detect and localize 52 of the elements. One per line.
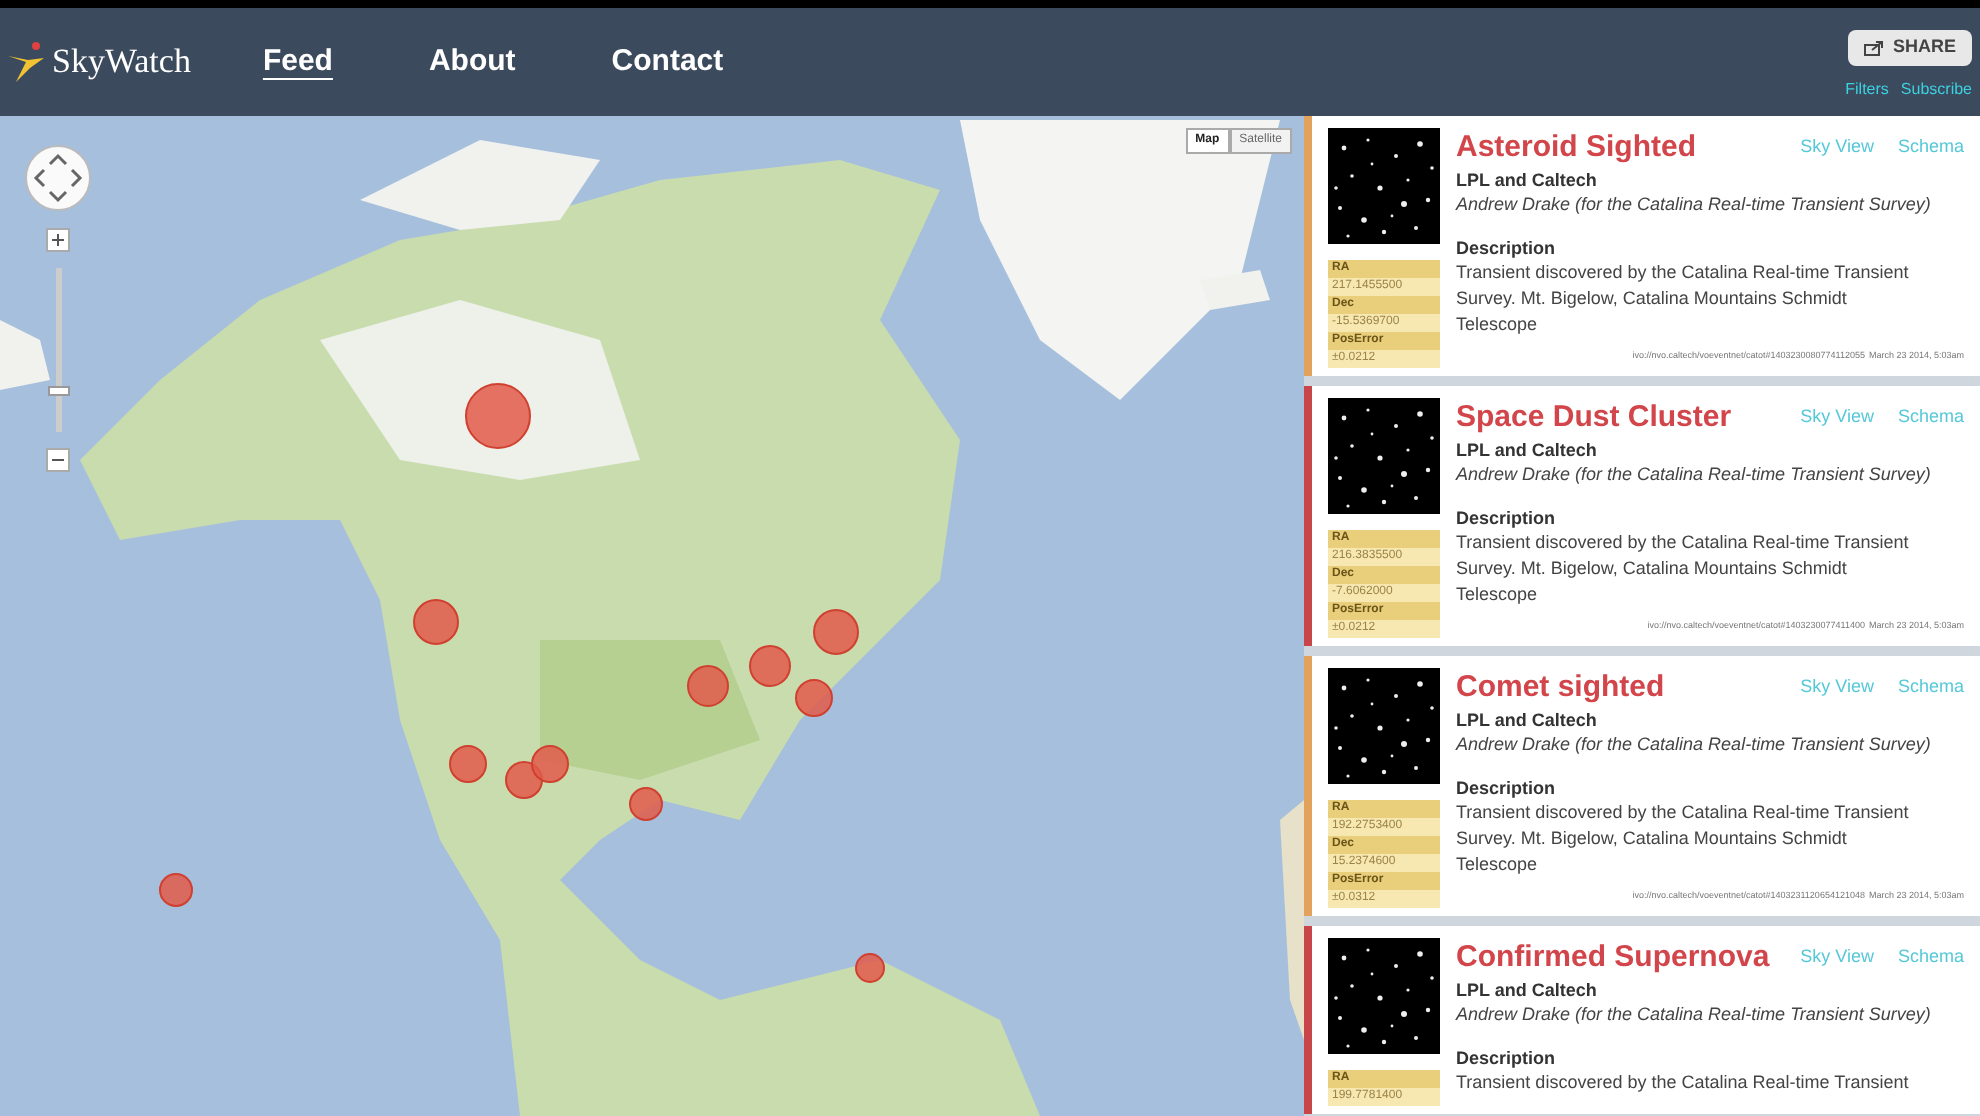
event-title: Confirmed Supernova: [1456, 938, 1770, 978]
star-field-image: [1328, 398, 1440, 514]
description-label: Description: [1456, 236, 1558, 260]
event-marker[interactable]: [629, 787, 663, 821]
plus-icon: [52, 234, 64, 246]
description-text: Transient discovered by the Catalina Real-time Transient Survey. Mt. Bigelow, Catalina Mountains Schmidt Telescope: [1456, 530, 1911, 608]
event-marker[interactable]: [505, 761, 543, 799]
zoom-slider-thumb[interactable]: [47, 385, 69, 396]
description-label: Description: [1456, 1046, 1558, 1070]
event-marker[interactable]: [159, 873, 193, 907]
description-text: Transient discovered by the Catalina Real-time Transient Survey. Mt. Bigelow, Catalina Mountains Schmidt Telescope: [1456, 260, 1911, 338]
logo-star-icon: [8, 40, 48, 84]
event-marker[interactable]: [465, 383, 531, 449]
logo-text[interactable]: SkyWatch: [52, 36, 191, 88]
event-marker[interactable]: [795, 679, 833, 717]
event-title: Space Dust Cluster: [1456, 398, 1732, 438]
event-title: Comet sighted: [1456, 668, 1665, 708]
event-marker[interactable]: [855, 953, 885, 983]
island-shape: [0, 320, 50, 390]
zoom-out-button[interactable]: [46, 448, 70, 472]
author-text: Andrew Drake (for the Catalina Real-time Transient Survey): [1456, 732, 1933, 756]
event-marker[interactable]: [749, 645, 791, 687]
nav-link[interactable]: Contact: [611, 39, 724, 85]
event-marker[interactable]: [413, 599, 459, 645]
description-label: Description: [1456, 776, 1558, 800]
pan-control-icon[interactable]: [24, 144, 92, 212]
star-field-image: [1328, 938, 1440, 1054]
description-label: Description: [1456, 506, 1558, 530]
share-button[interactable]: SHARE: [1848, 30, 1972, 66]
source-text: LPL and Caltech: [1456, 708, 1599, 732]
source-text: LPL and Caltech: [1456, 438, 1599, 462]
header-link[interactable]: Subscribe: [1900, 77, 1972, 102]
author-text: Andrew Drake (for the Catalina Real-time Transient Survey): [1456, 462, 1933, 486]
star-field-image: [1328, 668, 1440, 784]
description-text: Transient discovered by the Catalina Real-time Transient: [1456, 1070, 1911, 1096]
event-marker[interactable]: [687, 665, 729, 707]
author-text: Andrew Drake (for the Catalina Real-time Transient Survey): [1456, 192, 1933, 216]
event-marker[interactable]: [449, 745, 487, 783]
zoom-in-button[interactable]: [46, 228, 70, 252]
event-marker[interactable]: [531, 745, 569, 783]
source-text: LPL and Caltech: [1456, 168, 1599, 192]
minus-icon: [52, 454, 64, 466]
author-text: Andrew Drake (for the Catalina Real-time Transient Survey): [1456, 1002, 1933, 1026]
star-field-image: [1328, 128, 1440, 244]
nav-link[interactable]: About: [428, 39, 516, 85]
event-marker[interactable]: [813, 609, 859, 655]
header-link[interactable]: Filters: [1845, 77, 1889, 102]
event-title: Asteroid Sighted: [1456, 128, 1697, 168]
nav-link[interactable]: Feed: [262, 39, 333, 85]
source-text: LPL and Caltech: [1456, 978, 1599, 1002]
share-icon: [1864, 40, 1885, 56]
description-text: Transient discovered by the Catalina Real-time Transient Survey. Mt. Bigelow, Catalina Mountains Schmidt Telescope: [1456, 800, 1911, 878]
